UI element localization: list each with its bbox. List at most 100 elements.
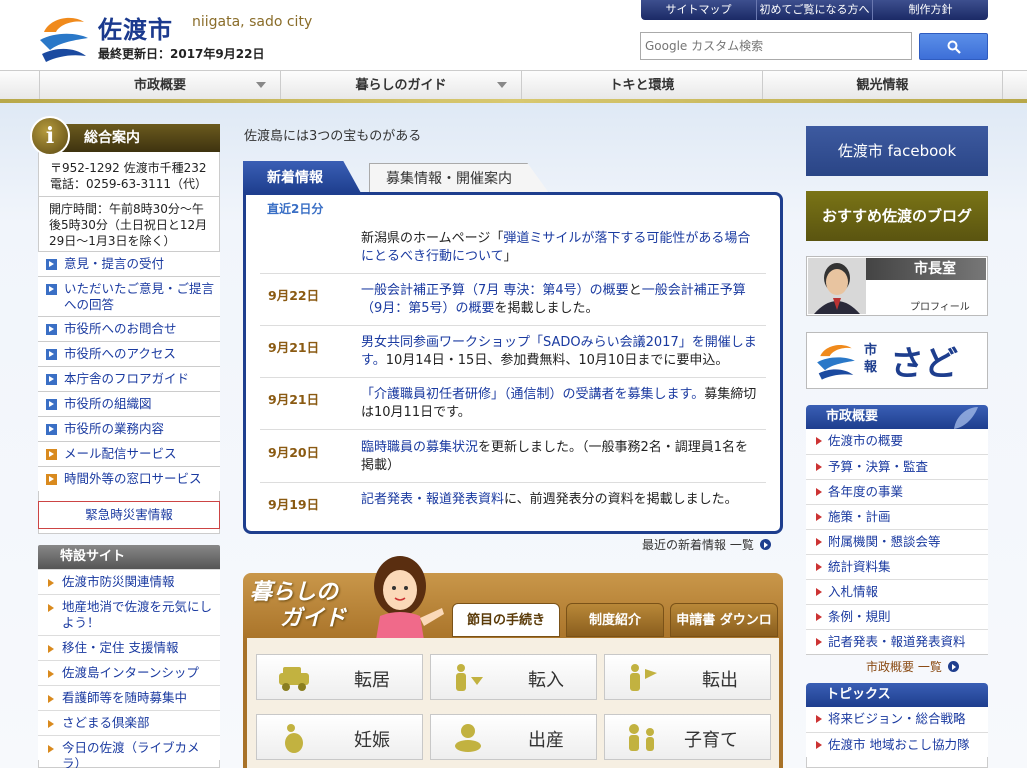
arrow-icon [46, 449, 57, 460]
recent-label: 直近2日分 [267, 202, 324, 216]
left-link-inquiry[interactable]: 市役所へのお問合せ [38, 316, 220, 341]
left-link-floor[interactable]: 本庁舎のフロアガイド [38, 366, 220, 391]
family-icon [629, 724, 654, 751]
guide-tab-downloads[interactable]: 申請書 ダウンロード [670, 603, 778, 662]
first-time-link[interactable]: 初めてご覧になる方へ [756, 0, 872, 20]
pregnancy-icon [285, 724, 303, 753]
site-name[interactable]: 佐渡市 [98, 10, 173, 45]
arrow-icon [46, 259, 57, 270]
left-link-org[interactable]: 市役所の組織図 [38, 391, 220, 416]
guide-button-move[interactable]: 転居 [256, 654, 423, 700]
guide-button-move-in[interactable]: 転入 [430, 654, 597, 700]
sisei-link-budget[interactable]: 予算・決算・監査 [806, 454, 988, 479]
left-link-access[interactable]: 市役所へのアクセス [38, 341, 220, 366]
news-link[interactable]: 「介護職員初任者研修」（通信制）の受講者を募集します。 [361, 387, 704, 402]
special-link-sadomaru[interactable]: さどまる倶楽部 [38, 710, 220, 735]
search-button[interactable] [919, 33, 988, 60]
guide-button-childcare[interactable]: 子育て [604, 714, 771, 760]
gnav-kanko[interactable]: 観光情報 [762, 71, 1003, 100]
sitemap-link[interactable]: サイトマップ [641, 0, 756, 20]
topics-link-vision[interactable]: 将来ビジョン・総合戦略 [806, 707, 988, 732]
divider [260, 377, 766, 378]
special-link-livecam[interactable]: 今日の佐渡（ライブカメラ） [38, 735, 220, 768]
top-utility-nav: サイトマップ 初めてご覧になる方へ 制作方針 [641, 0, 988, 20]
guide-button-birth[interactable]: 出産 [430, 714, 597, 760]
special-link-bousai[interactable]: 佐渡市防災関連情報 [38, 569, 220, 594]
tab-new-info[interactable]: 新着情報 [243, 161, 361, 193]
triangle-icon [816, 563, 822, 571]
gnav-shisei[interactable]: 市政概要 [39, 71, 280, 100]
sisei-link-bidding[interactable]: 入札情報 [806, 579, 988, 604]
guide-button-move-out[interactable]: 転出 [604, 654, 771, 700]
sisei-link-ordinances[interactable]: 条例・規則 [806, 604, 988, 629]
left-link-after-hours[interactable]: 時間外等の窓口サービス [38, 466, 220, 491]
left-link-opinion[interactable]: 意見・提言の受付 [38, 251, 220, 276]
info-icon: i [30, 116, 70, 156]
policy-link[interactable]: 制作方針 [872, 0, 988, 20]
topics-title: トピックス [806, 683, 988, 707]
guide-button-pregnancy[interactable]: 妊娠 [256, 714, 423, 760]
left-link-work[interactable]: 市役所の業務内容 [38, 416, 220, 441]
arrow-icon [46, 324, 57, 335]
triangle-icon [816, 588, 822, 596]
tab-recruit-info[interactable]: 募集情報・開催案内 [369, 163, 549, 193]
office-hours: 開庁時間：午前8時30分～午後5時30分（土日祝日と12月29日～1月3日を除く… [38, 196, 220, 250]
triangle-icon [816, 538, 822, 546]
special-link-intern[interactable]: 佐渡島インターンシップ [38, 660, 220, 685]
car-icon [279, 667, 309, 691]
sisei-more-link[interactable]: 市政概要 一覧 [866, 658, 959, 675]
left-link-answers[interactable]: いただいたご意見・ご提言への回答 [38, 276, 220, 317]
news-item: 臨時職員の募集状況を更新しました。（一般事務2名・調理員1名を掲載） [361, 440, 749, 473]
arrow-circle-icon [759, 539, 771, 550]
search-input[interactable] [640, 32, 912, 60]
arrow-icon [46, 284, 57, 295]
topics-link-chiiki[interactable]: 佐渡市 地域おこし協力隊 [806, 732, 988, 757]
mayor-profile-label: プロフィール [910, 302, 970, 313]
address: 〒952-1292 佐渡市千種232 [50, 161, 207, 175]
news-date: 9月20日 [268, 445, 320, 460]
special-link-nurse[interactable]: 看護師等を随時募集中 [38, 685, 220, 710]
news-item: 「介護職員初任者研修」（通信制）の受講者を募集します。募集締切は10月11日です… [361, 387, 757, 420]
guide-title: 暮らしの ガイド [250, 580, 347, 631]
special-link-iju[interactable]: 移住・定住 支援情報 [38, 635, 220, 660]
chevron-down-icon [497, 82, 507, 88]
gnav-kurashi[interactable]: 暮らしのガイド [280, 71, 521, 100]
emergency-info-link[interactable]: 緊急時災害情報 [38, 501, 220, 529]
sisei-link-plans[interactable]: 施策・計画 [806, 504, 988, 529]
news-item: 新潟県のホームページ「弾道ミサイルが落下する可能性がある場合にとるべき行動につい… [361, 231, 751, 264]
phone: 電話：0259-63-3111（代） [50, 177, 208, 191]
sado-logo-icon[interactable] [36, 10, 92, 64]
left-link-mail[interactable]: メール配信サービス [38, 441, 220, 466]
divider [260, 429, 766, 430]
sisei-link-committees[interactable]: 附属機関・懇談会等 [806, 529, 988, 554]
koho-name: さど [890, 344, 958, 384]
guide-tab-systems[interactable]: 制度紹介 [566, 603, 664, 637]
gnav-toki[interactable]: トキと環境 [521, 71, 762, 100]
divider [260, 273, 766, 274]
blog-banner[interactable]: おすすめ佐渡のブログ [806, 191, 988, 241]
facebook-banner[interactable]: 佐渡市 facebook [806, 126, 988, 176]
mayor-photo-icon [808, 258, 866, 314]
arrow-icon [46, 374, 57, 385]
news-more-link[interactable]: 最近の新着情報 一覧 [642, 536, 771, 553]
triangle-icon [48, 670, 54, 678]
arrow-icon [46, 399, 57, 410]
news-link[interactable]: 一般会計補正予算（7月 専決：第4号）の概要 [361, 283, 629, 298]
news-date: 9月22日 [268, 288, 320, 303]
triangle-icon [48, 645, 54, 653]
leaf-icon [954, 407, 978, 429]
sisei-link-statistics[interactable]: 統計資料集 [806, 554, 988, 579]
news-link[interactable]: 臨時職員の募集状況 [361, 440, 478, 455]
special-link-chisan[interactable]: 地産地消で佐渡を元気にしよう！ [38, 594, 220, 635]
arrow-icon [46, 424, 57, 435]
divider [260, 482, 766, 483]
triangle-icon [816, 488, 822, 496]
sisei-link-projects[interactable]: 各年度の事業 [806, 479, 988, 504]
sisei-link-overview[interactable]: 佐渡市の概要 [806, 429, 988, 454]
news-link[interactable]: 記者発表・報道発表資料 [361, 492, 504, 507]
sisei-link-press[interactable]: 記者発表・報道発表資料 [806, 629, 988, 654]
guide-tab-procedures[interactable]: 節目の手続き [452, 603, 560, 637]
special-sites-title: 特設サイト [38, 545, 220, 569]
triangle-icon [48, 579, 54, 587]
baby-icon [455, 724, 481, 752]
